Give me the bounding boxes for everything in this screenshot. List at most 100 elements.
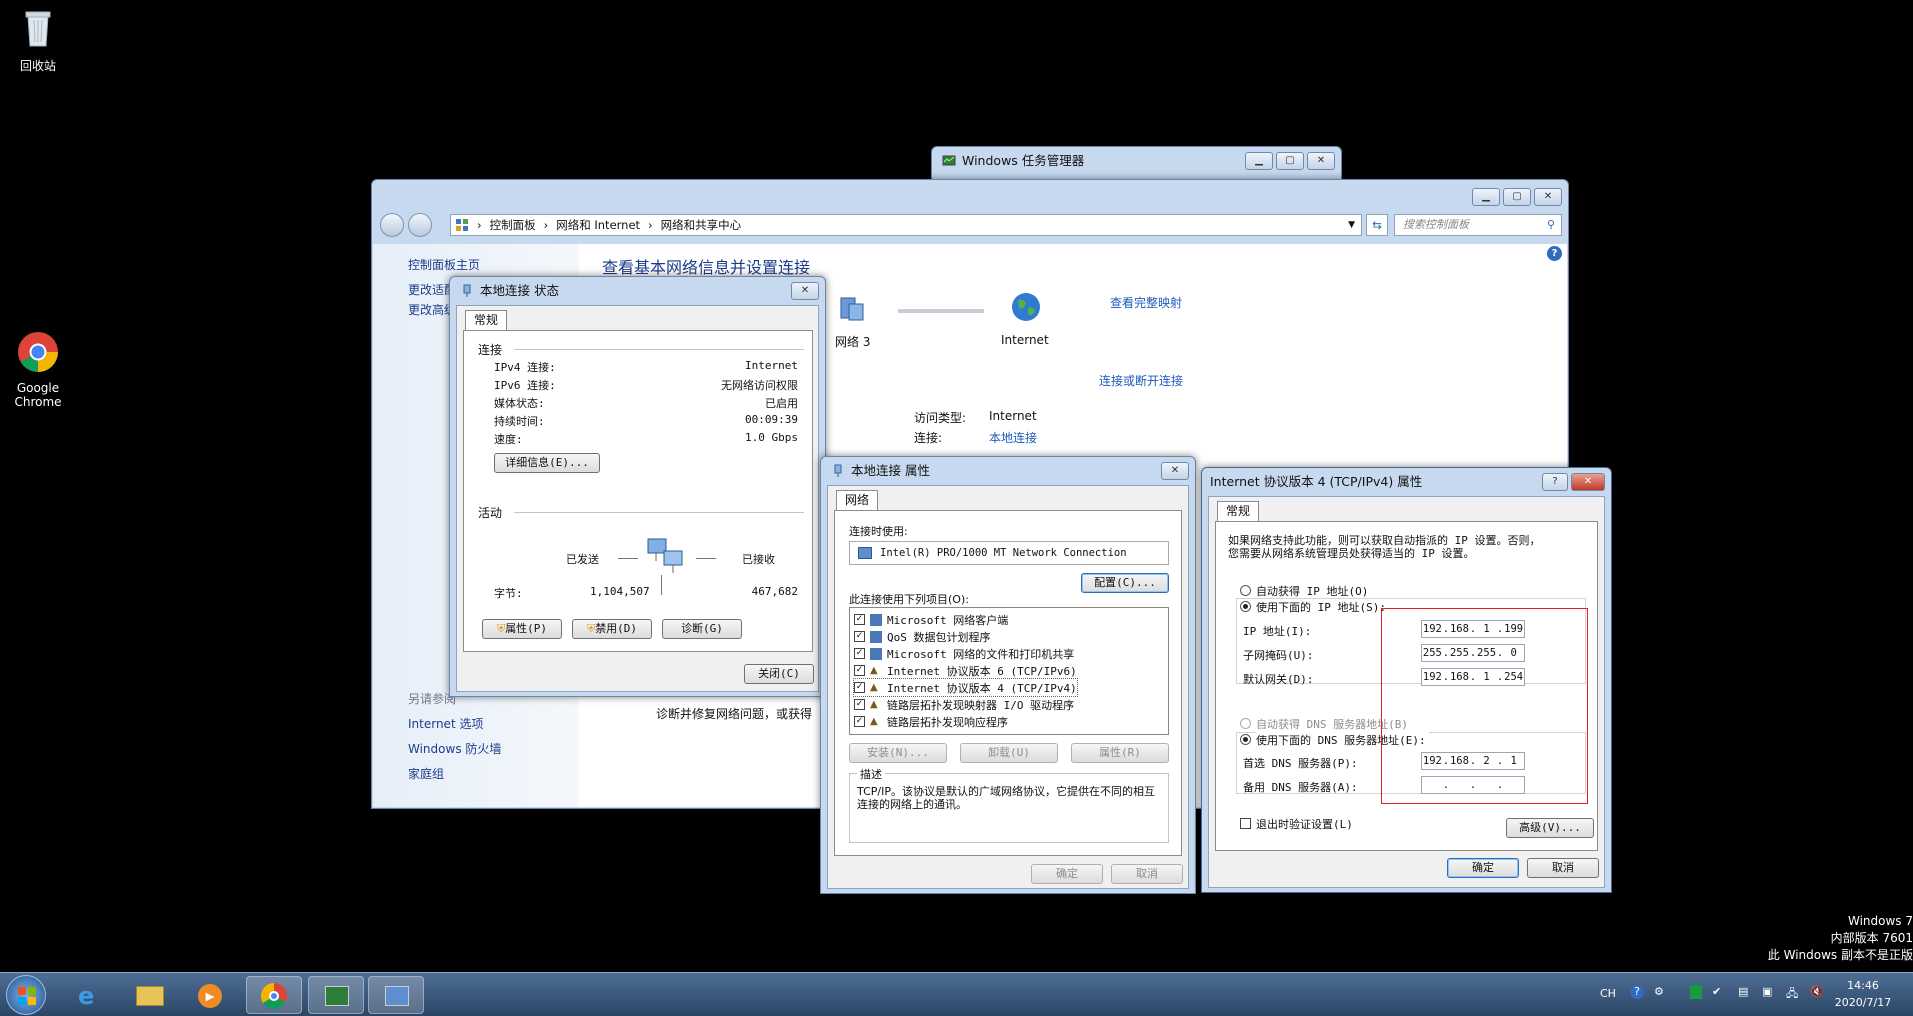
network-status-icon[interactable]: 🖧 [1786, 985, 1798, 1004]
configure-button[interactable]: 配置(C)... [1081, 573, 1169, 593]
close-button[interactable]: ✕ [1161, 462, 1189, 480]
help-icon[interactable]: ? [1547, 246, 1562, 261]
connection-value-link[interactable]: 本地连接 [989, 429, 1037, 446]
desktop-icon-recycle-bin[interactable]: 回收站 [3, 6, 73, 74]
title-bar[interactable]: Windows 任务管理器 ▁ ▢ ✕ [932, 147, 1341, 175]
ok-button[interactable]: 确定 [1031, 864, 1103, 884]
checkbox[interactable]: ✓ [854, 682, 865, 693]
start-button[interactable] [6, 975, 46, 1015]
list-item[interactable]: ✓ Microsoft 网络的文件和打印机共享 [854, 645, 1074, 662]
taskbar-media-player[interactable]: ▶ [182, 976, 238, 1014]
validate-label[interactable]: 退出时验证设置(L) [1256, 816, 1353, 832]
item-properties-button[interactable]: 属性(R) [1071, 743, 1169, 763]
close-button[interactable]: ✕ [1571, 473, 1605, 491]
validate-checkbox[interactable] [1240, 818, 1251, 829]
search-input[interactable]: 搜索控制面板 [1403, 218, 1469, 231]
title-bar[interactable]: 本地连接 属性 ✕ [821, 457, 1195, 485]
tab-general[interactable]: 常规 [465, 310, 508, 330]
tab-network[interactable]: 网络 [836, 490, 879, 510]
title-bar[interactable]: 本地连接 状态 ✕ [450, 277, 825, 305]
chrome-icon [261, 983, 287, 1009]
list-item[interactable]: ✓ ▲ 链路层拓扑发现映射器 I/O 驱动程序 [854, 696, 1074, 713]
sidebar-link-homegroup[interactable]: 家庭组 [408, 765, 444, 782]
details-button[interactable]: 详细信息(E)... [494, 453, 600, 473]
checkbox[interactable]: ✓ [854, 665, 865, 676]
auto-dns-radio[interactable] [1240, 718, 1251, 729]
uac-shield-icon: ⛨ [586, 622, 596, 635]
title-bar[interactable]: Internet 协议版本 4 (TCP/IPv4) 属性 ? ✕ [1202, 468, 1611, 496]
sidebar-link-internet-options[interactable]: Internet 选项 [408, 715, 483, 732]
checkbox[interactable]: ✓ [854, 699, 865, 710]
auto-ip-radio[interactable] [1240, 585, 1251, 596]
taskbar-control-panel[interactable] [368, 976, 424, 1014]
help-button[interactable]: ? [1542, 473, 1568, 491]
advanced-button[interactable]: 高级(V)... [1506, 818, 1594, 838]
close-button[interactable]: ✕ [791, 282, 819, 300]
search-icon[interactable]: ⚲ [1547, 215, 1555, 235]
desktop-icon-chrome[interactable]: Google Chrome [3, 330, 73, 409]
back-button[interactable] [380, 213, 404, 237]
breadcrumb-item[interactable]: 网络和共享中心 [661, 217, 742, 233]
checkbox[interactable]: ✓ [854, 631, 865, 642]
protocol-icon: ▲ [870, 664, 878, 676]
properties-dialog[interactable]: 本地连接 属性 ✕ 网络 连接时使用: Intel(R) PRO/1000 MT… [820, 456, 1196, 894]
list-item[interactable]: ✓ ▲ Internet 协议版本 4 (TCP/IPv4) [853, 678, 1078, 697]
disable-button[interactable]: ⛨禁用(D) [572, 619, 652, 639]
manual-ip-label[interactable]: 使用下面的 IP 地址(S): [1256, 599, 1389, 615]
manual-dns-radio[interactable] [1240, 734, 1251, 745]
auto-ip-label[interactable]: 自动获得 IP 地址(O) [1256, 583, 1368, 599]
connect-disconnect-link[interactable]: 连接或断开连接 [1099, 372, 1183, 389]
taskbar-ie[interactable]: e [62, 976, 118, 1014]
maximize-button[interactable]: ▢ [1503, 188, 1531, 206]
forward-button[interactable] [408, 213, 432, 237]
close-button[interactable]: 关闭(C) [744, 664, 814, 684]
language-indicator[interactable]: CH [1600, 987, 1616, 1000]
manual-ip-radio[interactable] [1240, 601, 1251, 612]
taskbar-task-manager[interactable] [308, 976, 364, 1014]
chevron-down-icon[interactable]: ▼ [1348, 220, 1355, 230]
sidebar-link-firewall[interactable]: Windows 防火墙 [408, 740, 501, 757]
status-dialog[interactable]: 本地连接 状态 ✕ 常规 连接 IPv4 连接: Internet IPv6 连… [449, 276, 826, 697]
tray-icon[interactable]: ▣ [1762, 985, 1772, 998]
close-button[interactable]: ✕ [1307, 152, 1335, 170]
ipv4-dialog[interactable]: Internet 协议版本 4 (TCP/IPv4) 属性 ? ✕ 常规 如果网… [1201, 467, 1612, 893]
taskbar-chrome[interactable] [246, 976, 302, 1014]
ok-button[interactable]: 确定 [1447, 858, 1519, 878]
clock-date[interactable]: 2020/7/17 [1830, 996, 1896, 1009]
cancel-button[interactable]: 取消 [1527, 858, 1599, 878]
tray-icon[interactable]: ✔ [1712, 985, 1721, 998]
tray-icon[interactable]: ▤ [1738, 985, 1748, 998]
breadcrumb-item[interactable]: 控制面板 [490, 217, 536, 233]
breadcrumb-item[interactable]: 网络和 Internet [556, 217, 640, 233]
checkbox[interactable]: ✓ [854, 614, 865, 625]
install-button[interactable]: 安装(N)... [849, 743, 947, 763]
clock-time[interactable]: 14:46 [1836, 979, 1890, 992]
minimize-button[interactable]: ▁ [1472, 188, 1500, 206]
view-full-map-link[interactable]: 查看完整映射 [1110, 294, 1182, 311]
tab-general[interactable]: 常规 [1217, 501, 1260, 521]
maximize-button[interactable]: ▢ [1276, 152, 1304, 170]
volume-muted-icon[interactable]: 🔇 [1810, 985, 1824, 998]
checkbox[interactable]: ✓ [854, 716, 865, 727]
tray-icon[interactable]: ⚙ [1654, 985, 1664, 998]
cancel-button[interactable]: 取消 [1111, 864, 1183, 884]
items-list[interactable]: ✓ Microsoft 网络客户端 ✓ QoS 数据包计划程序 ✓ Microsoft… [849, 607, 1169, 735]
protocol-icon: ▲ [870, 681, 878, 693]
checkbox[interactable]: ✓ [854, 648, 865, 659]
refresh-button[interactable]: ⇆ [1366, 214, 1388, 236]
list-item[interactable]: ✓ ▲ Internet 协议版本 6 (TCP/IPv6) [854, 662, 1077, 679]
uninstall-button[interactable]: 卸载(U) [960, 743, 1058, 763]
minimize-button[interactable]: ▁ [1245, 152, 1273, 170]
list-item[interactable]: ✓ QoS 数据包计划程序 [854, 628, 991, 645]
sidebar-link-home[interactable]: 控制面板主页 [408, 256, 480, 273]
taskbar-explorer[interactable] [122, 976, 178, 1014]
address-bar[interactable]: › 控制面板 › 网络和 Internet › 网络和共享中心 ▼ [450, 214, 1362, 236]
search-box[interactable]: 搜索控制面板 ⚲ [1394, 214, 1562, 236]
close-button[interactable]: ✕ [1534, 188, 1562, 206]
help-icon[interactable]: ? [1630, 985, 1644, 999]
list-item[interactable]: ✓ Microsoft 网络客户端 [854, 611, 1008, 628]
list-item[interactable]: ✓ ▲ 链路层拓扑发现响应程序 [854, 713, 1008, 730]
properties-button[interactable]: ⛨属性(P) [482, 619, 562, 639]
diagnose-button[interactable]: 诊断(G) [662, 619, 742, 639]
tray-icon[interactable] [1690, 985, 1702, 999]
